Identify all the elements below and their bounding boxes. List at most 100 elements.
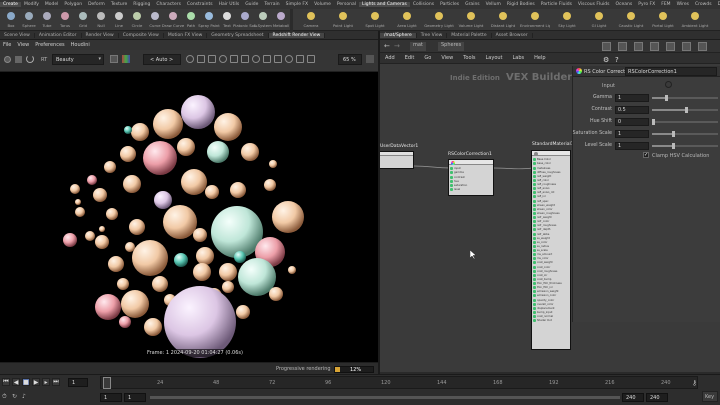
material-port[interactable]: refl_weight bbox=[533, 174, 562, 179]
shelf-tool-distant-light[interactable]: Distant Light bbox=[488, 11, 518, 30]
material-port[interactable]: ss_color bbox=[533, 240, 562, 245]
menu-labs[interactable]: Labs bbox=[508, 55, 530, 61]
material-port[interactable]: sheen_weight bbox=[533, 203, 562, 207]
port-connector[interactable] bbox=[533, 232, 536, 236]
menu-houdini[interactable]: Houdini bbox=[68, 42, 93, 48]
material-port[interactable]: refl_aniso bbox=[533, 187, 562, 191]
shelf-tool-environment-light[interactable]: Environment Light bbox=[520, 11, 550, 30]
shelf-tab-oceans[interactable]: Oceans bbox=[613, 2, 636, 7]
start-frame-field-2[interactable]: 1 bbox=[124, 393, 146, 402]
shelf-tool-geometry-light[interactable]: Geometry Light bbox=[424, 11, 454, 30]
refresh-icon[interactable] bbox=[26, 55, 34, 63]
color-icon[interactable] bbox=[634, 42, 643, 51]
menu-tools[interactable]: Tools bbox=[458, 55, 480, 61]
param-value-field[interactable]: 0 bbox=[615, 118, 649, 126]
menu-add[interactable]: Add bbox=[380, 55, 400, 61]
lock-icon[interactable] bbox=[208, 55, 216, 63]
port-connector[interactable] bbox=[533, 265, 536, 269]
shelf-tab-modify[interactable]: Modify bbox=[21, 2, 42, 7]
port-connector[interactable] bbox=[533, 306, 536, 310]
menu-preferences[interactable]: Preferences bbox=[32, 42, 67, 48]
material-port[interactable]: bump_input bbox=[533, 310, 562, 315]
tab-mat-sphere[interactable]: /mat/Sphere bbox=[380, 32, 417, 38]
shelf-tab-rigging[interactable]: Rigging bbox=[130, 2, 153, 7]
play-icon[interactable]: ▶ bbox=[32, 378, 40, 386]
shelf-tab-guide[interactable]: Guide bbox=[242, 2, 261, 7]
material-port[interactable]: sheen_color bbox=[533, 207, 562, 212]
shape-icon[interactable] bbox=[650, 42, 659, 51]
material-port[interactable]: ss_scale bbox=[533, 249, 562, 253]
tab-scene-view[interactable]: Scene View bbox=[0, 32, 35, 38]
info-icon[interactable] bbox=[698, 42, 707, 51]
record-icon[interactable] bbox=[4, 56, 11, 63]
tab-tree-view[interactable]: Tree View bbox=[417, 32, 448, 38]
next-frame-icon[interactable]: ▸ bbox=[42, 378, 50, 386]
material-port[interactable]: refr_weight bbox=[533, 216, 562, 220]
param-value-field[interactable]: 1 bbox=[615, 130, 649, 138]
material-port[interactable]: refl_color bbox=[533, 178, 562, 183]
start-frame-field[interactable]: 1 bbox=[100, 393, 122, 402]
denoise-icon[interactable] bbox=[285, 55, 293, 63]
zoom-mode-dropdown[interactable]: < Auto > bbox=[143, 54, 181, 65]
tab-composite-view[interactable]: Composite View bbox=[119, 32, 164, 38]
shelf-tab-terrain[interactable]: Terrain bbox=[261, 2, 282, 7]
path-spheres[interactable]: Spheres bbox=[438, 42, 465, 51]
shelf-tab-pyro-fx[interactable]: Pyro FX bbox=[635, 2, 658, 7]
shelf-tab-particle-fluids[interactable]: Particle Fluids bbox=[538, 2, 575, 7]
tab-geometry-spreadsheet[interactable]: Geometry Spreadsheet bbox=[207, 32, 269, 38]
material-port[interactable]: base_color bbox=[533, 162, 562, 166]
shelf-tab-fem[interactable]: FEM bbox=[658, 2, 673, 7]
last-frame-icon[interactable]: ⏭ bbox=[52, 378, 60, 386]
shelf-tool-ambient-light[interactable]: Ambient Light bbox=[680, 11, 710, 30]
material-port[interactable]: refr_abbe bbox=[533, 232, 562, 236]
port-connector[interactable] bbox=[533, 174, 536, 178]
shelf-tool-area-light[interactable]: Area Light bbox=[392, 11, 422, 30]
shelf-tab-collisions[interactable]: Collisions bbox=[410, 2, 437, 7]
aov-dropdown[interactable]: Beauty ▾ bbox=[52, 54, 104, 65]
keys-button[interactable]: Key bbox=[702, 391, 718, 402]
tab-animation-editor[interactable]: Animation Editor bbox=[35, 32, 82, 38]
slider-handle[interactable] bbox=[685, 107, 688, 113]
prev-frame-icon[interactable]: ◀ bbox=[12, 378, 20, 386]
material-port[interactable]: coat_ior bbox=[533, 273, 562, 278]
back-icon[interactable]: ← bbox=[384, 42, 390, 50]
settings-icon[interactable] bbox=[296, 55, 304, 63]
tab-motion-fx-view[interactable]: Motion FX View bbox=[164, 32, 208, 38]
material-port[interactable]: refr_depth bbox=[533, 228, 562, 232]
tab-redshift-render-view[interactable]: Redshift Render View bbox=[268, 32, 326, 38]
material-port[interactable]: Shader Out bbox=[533, 319, 562, 323]
shelf-tab-characters[interactable]: Characters bbox=[153, 2, 184, 7]
shelf-tab-deform[interactable]: Deform bbox=[85, 2, 108, 7]
material-port[interactable]: coat_roughness bbox=[533, 269, 562, 273]
param-slider[interactable] bbox=[652, 131, 718, 137]
menu-go[interactable]: Go bbox=[419, 55, 436, 61]
shelf-tool-metaball[interactable]: Metaball bbox=[272, 11, 290, 30]
port-connector[interactable] bbox=[533, 195, 536, 199]
port-connector[interactable] bbox=[533, 158, 536, 162]
audio-icon[interactable]: ♪ bbox=[22, 393, 26, 400]
material-port[interactable]: coat_bump bbox=[533, 277, 562, 282]
port-connector[interactable] bbox=[533, 269, 536, 273]
port-connector[interactable] bbox=[533, 244, 536, 248]
param-slider[interactable] bbox=[652, 143, 718, 149]
material-port[interactable]: displacement bbox=[533, 306, 562, 311]
grid-icon[interactable] bbox=[666, 42, 675, 51]
material-port[interactable]: metalness bbox=[533, 166, 562, 170]
crop-icon[interactable] bbox=[186, 55, 194, 63]
tab-asset-browser[interactable]: Asset Browser bbox=[492, 32, 533, 38]
param-slider[interactable] bbox=[652, 107, 718, 113]
end-frame-field-2[interactable]: 240 bbox=[646, 393, 668, 402]
pin-icon[interactable] bbox=[366, 55, 374, 63]
port-connector[interactable] bbox=[533, 273, 536, 277]
port-connector[interactable] bbox=[533, 315, 536, 319]
port-connector[interactable] bbox=[533, 310, 536, 314]
region-icon[interactable] bbox=[197, 55, 205, 63]
param-slider[interactable] bbox=[652, 95, 718, 101]
node-name-field[interactable]: RSColorCorrection1 bbox=[625, 67, 717, 76]
shelf-tab-simple-fx[interactable]: Simple FX bbox=[283, 2, 311, 7]
port-connector[interactable] bbox=[533, 216, 536, 220]
shelf-tool-portal-light[interactable]: Portal Light bbox=[648, 11, 678, 30]
port-connector[interactable] bbox=[533, 253, 536, 257]
end-frame-field[interactable]: 240 bbox=[622, 393, 644, 402]
slider-handle[interactable] bbox=[671, 143, 675, 149]
